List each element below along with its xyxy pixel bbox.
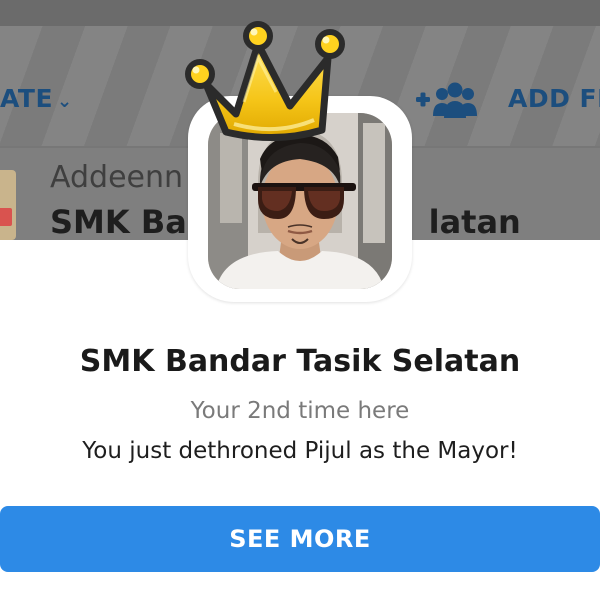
add-friends-label: ADD FR: [508, 84, 600, 113]
mayor-message: You just dethroned Pijul as the Mayor!: [82, 438, 518, 464]
add-friends-icon: [416, 82, 477, 118]
rate-dropdown: ATE ⌄: [0, 84, 73, 113]
venue-title: SMK Bandar Tasik Selatan: [79, 344, 521, 379]
bottom-edge: [0, 594, 600, 600]
background-user-name: Addeenn: [50, 160, 184, 195]
crown-icon: [185, 21, 345, 141]
rate-label: ATE: [0, 84, 54, 113]
chevron-down-icon: ⌄: [57, 91, 73, 112]
background-venue-name-right: latan: [428, 203, 521, 240]
background-venue-name-left: SMK Bar: [50, 203, 203, 240]
background-thumbnail: [0, 170, 16, 240]
see-more-button[interactable]: SEE MORE: [0, 506, 600, 572]
visit-count-text: Your 2nd time here: [190, 398, 410, 424]
